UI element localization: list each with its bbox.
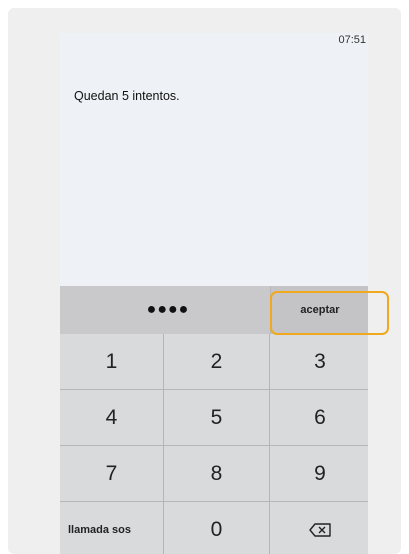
key-7[interactable]: 7 (60, 446, 163, 501)
accept-button[interactable]: aceptar (270, 286, 368, 334)
keypad: 1 2 3 4 5 6 7 8 9 llamada sos 0 (60, 334, 368, 554)
backspace-icon (309, 522, 331, 537)
key-9[interactable]: 9 (270, 446, 368, 501)
status-time: 07:51 (338, 34, 366, 46)
key-2[interactable]: 2 (164, 334, 269, 389)
attempts-message: Quedan 5 intentos. (74, 89, 180, 103)
key-5[interactable]: 5 (164, 390, 269, 445)
key-3[interactable]: 3 (270, 334, 368, 389)
key-4[interactable]: 4 (60, 390, 163, 445)
key-8[interactable]: 8 (164, 446, 269, 501)
pin-dots: ●●●● (146, 301, 190, 318)
backspace-button[interactable] (270, 502, 368, 554)
phone-screen: 07:51 Quedan 5 intentos. ●●●● aceptar 1 … (60, 33, 368, 554)
key-1[interactable]: 1 (60, 334, 163, 389)
pin-bar: ●●●● aceptar (60, 286, 368, 334)
key-0[interactable]: 0 (164, 502, 269, 554)
key-6[interactable]: 6 (270, 390, 368, 445)
emergency-call-button[interactable]: llamada sos (60, 502, 163, 554)
